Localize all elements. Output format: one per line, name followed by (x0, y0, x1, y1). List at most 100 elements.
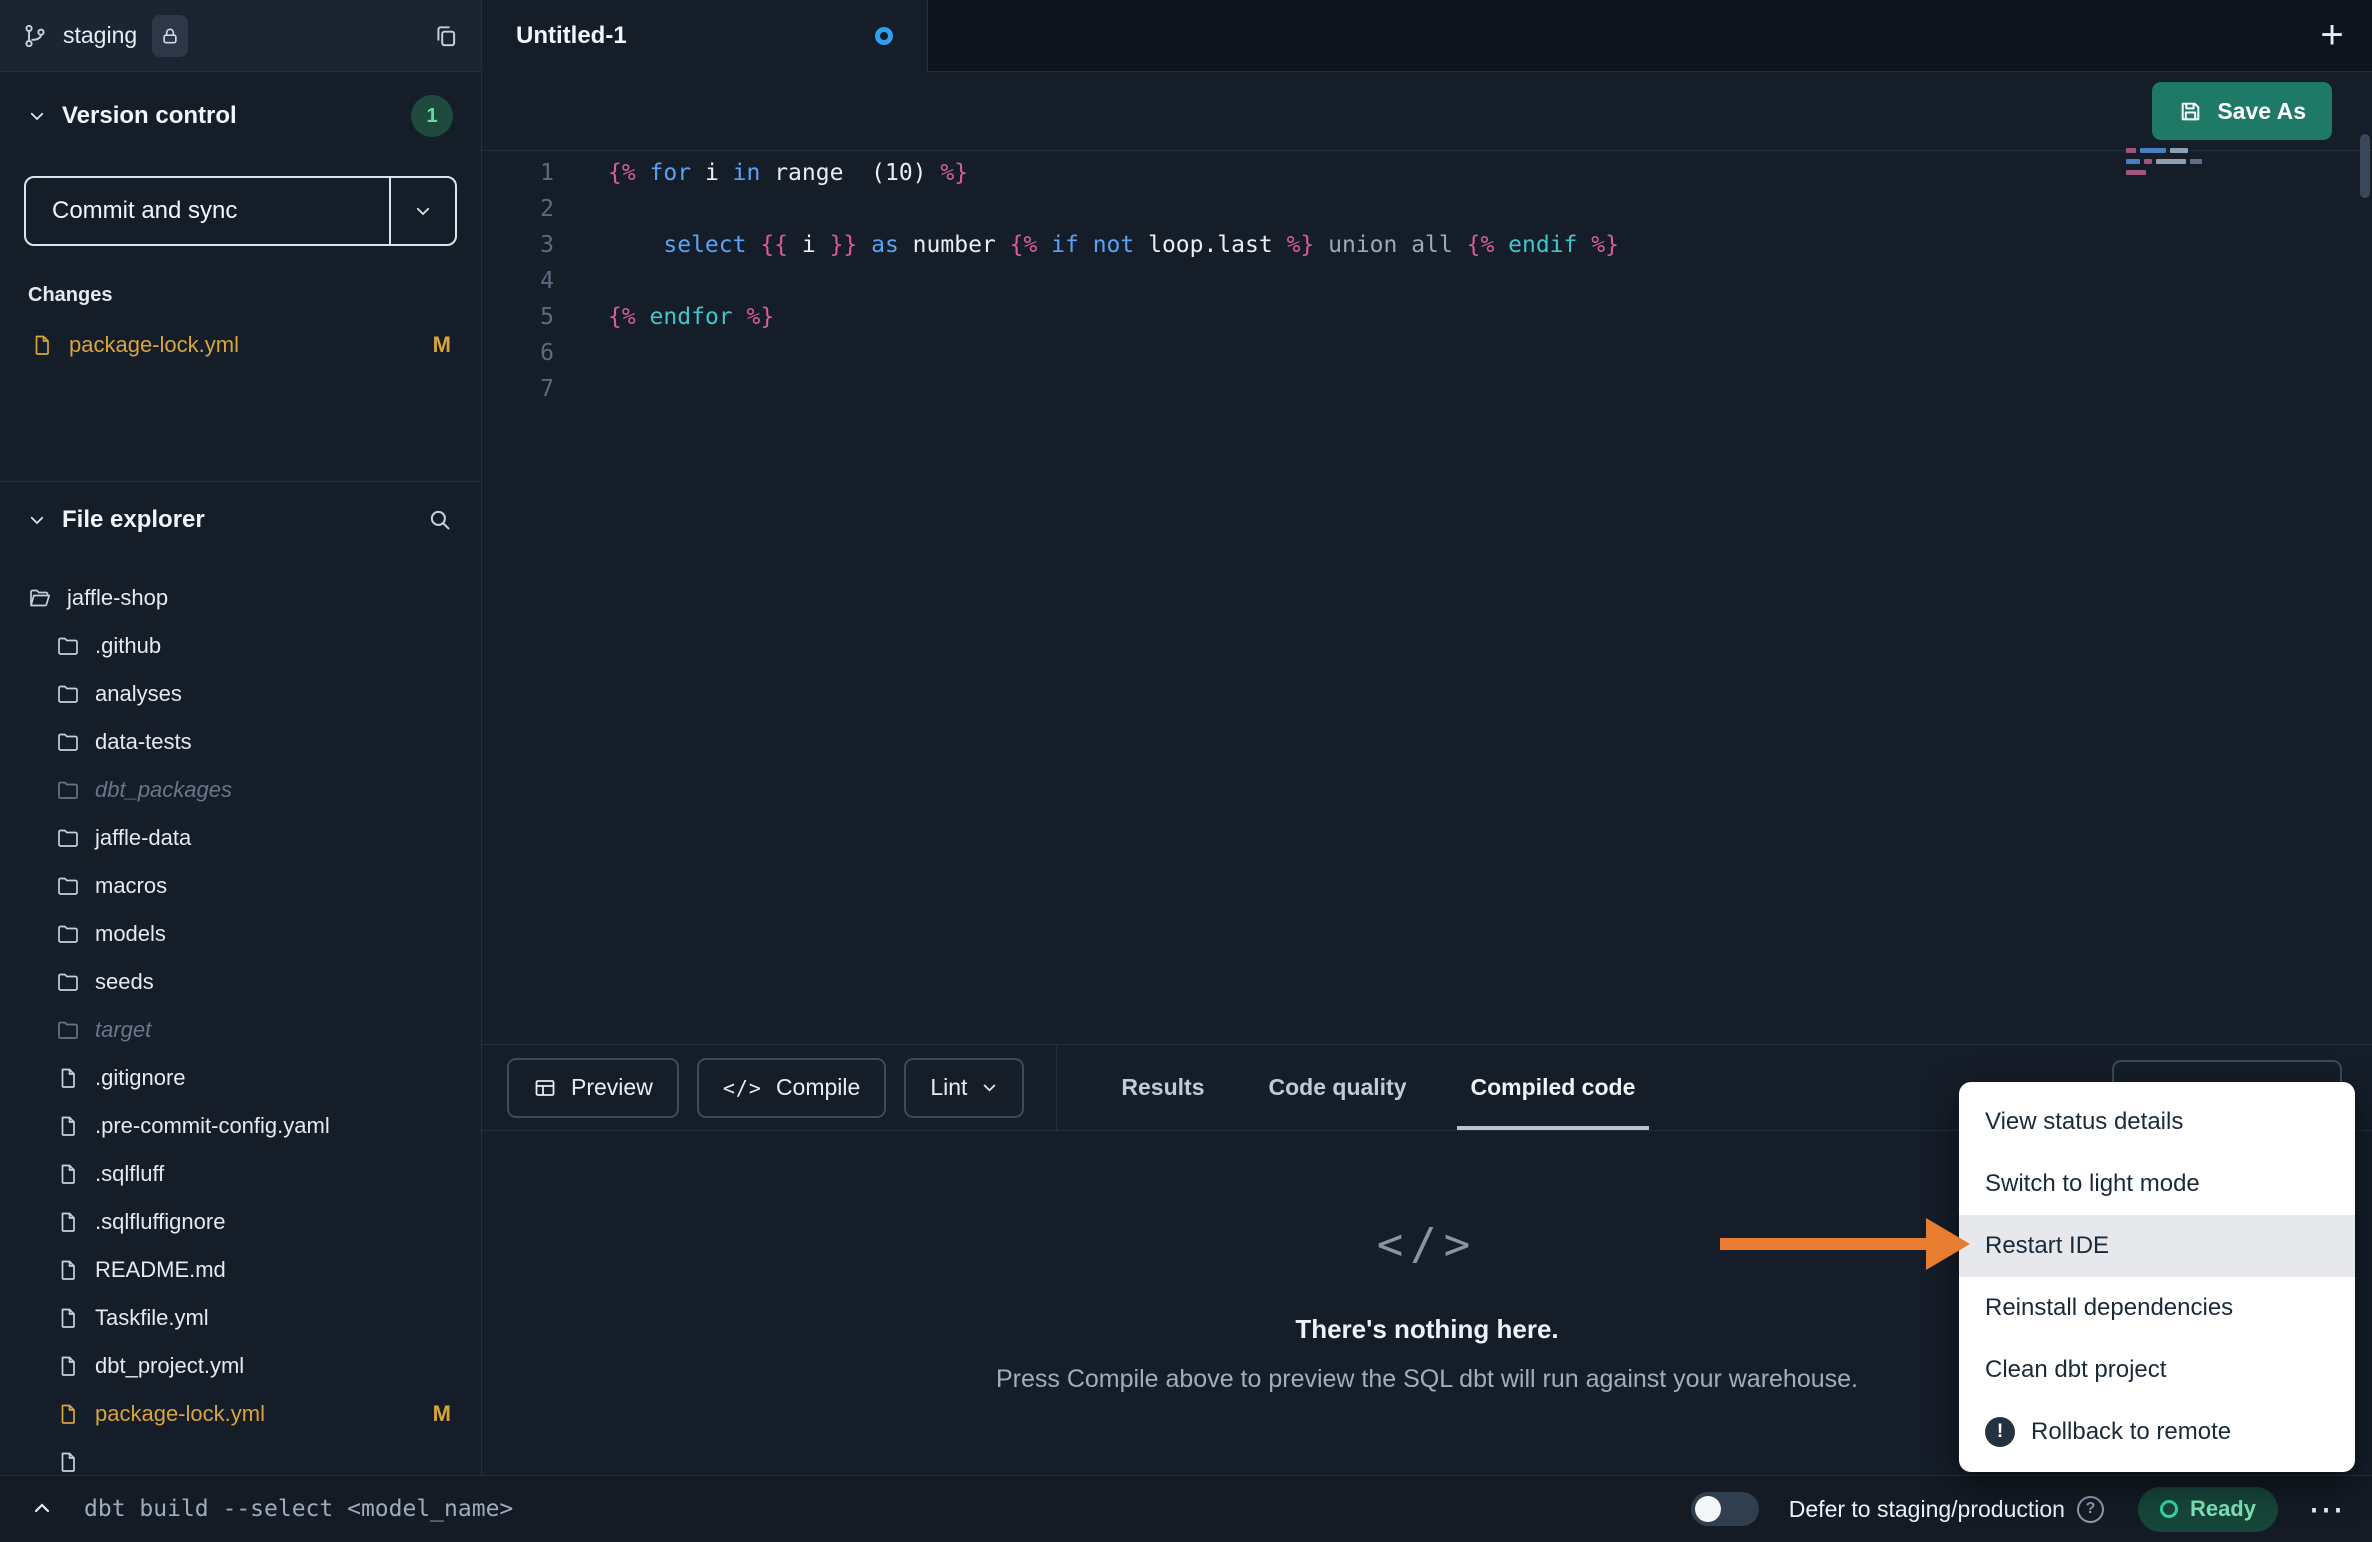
save-as-button[interactable]: Save As (2152, 82, 2332, 140)
code-icon: </> (723, 1076, 762, 1100)
menu-item-rollback-to-remote[interactable]: ! Rollback to remote (1959, 1401, 2355, 1463)
lint-button[interactable]: Lint (904, 1058, 1024, 1118)
preview-label: Preview (571, 1074, 653, 1101)
ide-options-menu: View status detailsSwitch to light mode R… (1959, 1082, 2355, 1472)
tab-results[interactable]: Results (1121, 1045, 1204, 1130)
folder-icon (56, 922, 80, 946)
minimap-line (2126, 170, 2204, 175)
chevron-down-icon (28, 511, 46, 529)
menu-item-label: Restart IDE (1985, 1232, 2109, 1260)
menu-item-view-status-details[interactable]: View status details (1959, 1091, 2355, 1153)
scrollbar-thumb[interactable] (2360, 134, 2370, 198)
tree-item-label: jaffle-data (95, 825, 191, 851)
code-text: {% for i in range (10) %} (608, 155, 968, 191)
tree-item-seeds[interactable]: seeds (0, 958, 481, 1006)
branch-selector[interactable]: staging (0, 0, 482, 72)
line-number: 3 (482, 227, 554, 263)
tree-item-macros[interactable]: macros (0, 862, 481, 910)
tree-item-readme-md[interactable]: README.md (0, 1246, 481, 1294)
folder-icon (56, 874, 80, 898)
chevron-down-icon (981, 1079, 998, 1096)
collapse-panel-button[interactable] (0, 1476, 84, 1542)
tree-item-partial[interactable] (0, 1438, 481, 1475)
tree-item-label: .gitignore (95, 1065, 186, 1091)
tree-item-gitignore[interactable]: .gitignore (0, 1054, 481, 1102)
file-explorer-section: File explorer jaffle-shop .github analyses… (0, 482, 481, 1475)
tree-item-dbt-project-yml[interactable]: dbt_project.yml (0, 1342, 481, 1390)
search-icon[interactable] (427, 507, 453, 533)
tree-item-label: .github (95, 633, 161, 659)
tree-item-package-lock-yml[interactable]: package-lock.ymlM (0, 1390, 481, 1438)
tree-item-dbt-packages[interactable]: dbt_packages (0, 766, 481, 814)
tree-item-sqlfluff[interactable]: .sqlfluff (0, 1150, 481, 1198)
tree-item-label: models (95, 921, 166, 947)
menu-item-clean-dbt-project[interactable]: Clean dbt project (1959, 1339, 2355, 1401)
tree-item-label: macros (95, 873, 167, 899)
folder-icon (56, 1018, 80, 1042)
tree-item-github[interactable]: .github (0, 622, 481, 670)
file-icon (56, 1066, 80, 1090)
help-icon[interactable]: ? (2077, 1496, 2104, 1523)
commit-and-sync-button[interactable]: Commit and sync (24, 176, 457, 246)
menu-item-label: Rollback to remote (2031, 1418, 2231, 1446)
compile-button[interactable]: </> Compile (697, 1058, 887, 1118)
command-input[interactable]: dbt build --select <model_name> (84, 1496, 513, 1522)
folder-open-icon (28, 586, 52, 610)
editor-pane: Save As 1 {% for i in range (10) %} 23 sel… (482, 72, 2372, 1044)
code-text: {% endfor %} (608, 299, 774, 335)
tree-item-data-tests[interactable]: data-tests (0, 718, 481, 766)
code-line: 5{% endfor %} (482, 299, 2372, 335)
file-explorer-header[interactable]: File explorer (0, 482, 481, 558)
file-explorer-title: File explorer (62, 506, 205, 534)
version-control-badge: 1 (411, 95, 453, 137)
tree-item-label: target (95, 1017, 151, 1043)
new-tab-button[interactable]: + (2292, 0, 2372, 71)
tab-code-quality[interactable]: Code quality (1269, 1045, 1407, 1130)
menu-item-restart-ide[interactable]: Restart IDE (1959, 1215, 2355, 1277)
chevron-down-icon (28, 107, 46, 125)
file-icon (56, 1450, 80, 1474)
tab-title: Untitled-1 (516, 22, 627, 50)
commit-options-caret[interactable] (391, 178, 455, 244)
more-options-button[interactable]: ⋯ (2308, 1491, 2344, 1527)
copy-icon[interactable] (433, 23, 459, 49)
changed-file-name: package-lock.yml (69, 332, 239, 358)
code-text: select {{ i }} as number {% if not loop.… (608, 227, 1619, 263)
tree-item-analyses[interactable]: analyses (0, 670, 481, 718)
tree-item-jaffle-shop[interactable]: jaffle-shop (0, 574, 481, 622)
defer-toggle[interactable] (1691, 1492, 1759, 1526)
changed-file-row[interactable]: package-lock.yml M (0, 325, 481, 365)
status-badge[interactable]: Ready (2138, 1487, 2278, 1532)
menu-item-switch-to-light-mode[interactable]: Switch to light mode (1959, 1153, 2355, 1215)
line-number: 1 (482, 155, 554, 191)
git-branch-icon (22, 23, 48, 49)
status-bar: dbt build --select <model_name> Defer to… (0, 1475, 2372, 1542)
tree-item-label: data-tests (95, 729, 192, 755)
line-number: 2 (482, 191, 554, 227)
version-control-header[interactable]: Version control 1 (0, 72, 481, 160)
tree-item-taskfile-yml[interactable]: Taskfile.yml (0, 1294, 481, 1342)
tree-item-jaffle-data[interactable]: jaffle-data (0, 814, 481, 862)
sidebar: Version control 1 Commit and sync Change… (0, 72, 482, 1475)
empty-state-title: There's nothing here. (1295, 1314, 1558, 1345)
tab-compiled-code[interactable]: Compiled code (1471, 1045, 1636, 1130)
minimap[interactable] (2126, 148, 2204, 181)
preview-button[interactable]: Preview (507, 1058, 679, 1118)
tab-untitled-1[interactable]: Untitled-1 (482, 0, 928, 72)
tree-item-label: .sqlfluff (95, 1161, 164, 1187)
minimap-line (2126, 148, 2204, 153)
code-line: 2 (482, 191, 2372, 227)
tree-item-label: README.md (95, 1257, 226, 1283)
tree-item-sqlfluffignore[interactable]: .sqlfluffignore (0, 1198, 481, 1246)
tree-item-pre-commit-config-yaml[interactable]: .pre-commit-config.yaml (0, 1102, 481, 1150)
file-icon (56, 1114, 80, 1138)
tree-item-label: Taskfile.yml (95, 1305, 209, 1331)
editor-tab-bar: Untitled-1 + (482, 0, 2372, 72)
tree-item-target[interactable]: target (0, 1006, 481, 1054)
code-editor[interactable]: 1 {% for i in range (10) %} 23 select {{ i… (482, 150, 2372, 1044)
file-icon (56, 1162, 80, 1186)
alert-icon: ! (1985, 1417, 2015, 1447)
code-line: 6 (482, 335, 2372, 371)
tree-item-models[interactable]: models (0, 910, 481, 958)
menu-item-reinstall-dependencies[interactable]: Reinstall dependencies (1959, 1277, 2355, 1339)
